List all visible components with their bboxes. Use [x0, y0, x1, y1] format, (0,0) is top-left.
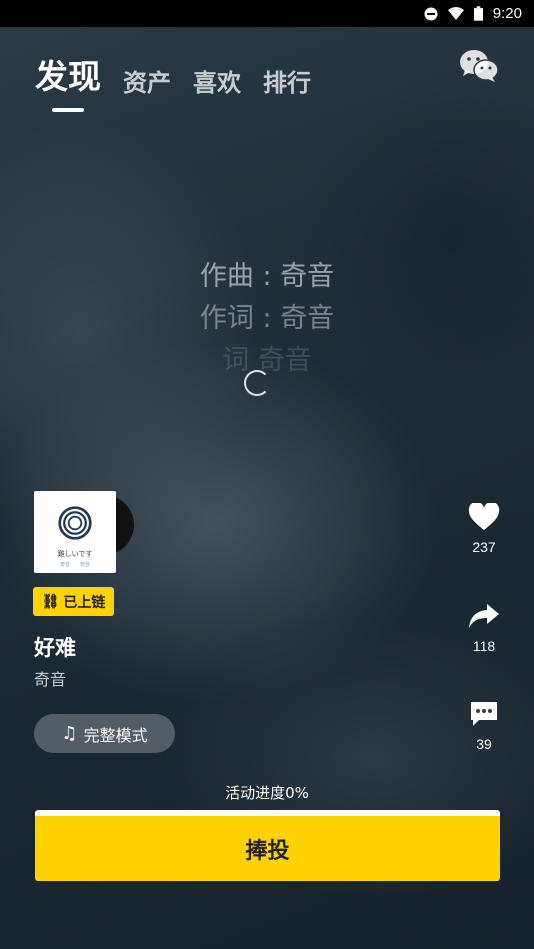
battery-icon — [473, 6, 483, 21]
artist-name[interactable]: 奇音 — [34, 666, 66, 690]
like-count: 237 — [472, 539, 496, 555]
wifi-icon — [447, 6, 464, 20]
comment-icon — [471, 702, 497, 726]
cover-subtitle: 奇音 奇音 — [59, 562, 90, 568]
status-bar: 9:20 — [0, 0, 534, 27]
tab-discover[interactable]: 发现 — [35, 50, 101, 98]
full-mode-button[interactable]: ♫ 完整模式 — [34, 714, 175, 753]
album-cover: 難しいです 奇音 奇音 — [34, 491, 116, 573]
spiral-logo — [58, 506, 92, 540]
song-title: 好难 — [34, 636, 76, 660]
chain-badge-label: 已上链 — [63, 594, 106, 611]
cover-title: 難しいです — [57, 550, 93, 558]
music-note-icon: ♫ — [61, 723, 78, 744]
invest-button[interactable]: 捧投 — [35, 810, 500, 881]
activity-progress: 活动进度0% — [225, 784, 309, 802]
share-icon — [469, 604, 499, 628]
tab-ranking[interactable]: 排行 — [263, 63, 311, 98]
background — [0, 0, 534, 949]
loading-spinner — [244, 370, 270, 396]
clock: 9:20 — [492, 5, 522, 22]
lyric-line: 作词 : 奇音 — [199, 303, 335, 334]
comment-button[interactable]: 39 — [458, 700, 510, 752]
share-count: 118 — [472, 638, 496, 654]
tab-assets[interactable]: 资产 — [123, 63, 171, 98]
chain-icon: ⛓ — [41, 593, 60, 610]
comment-count: 39 — [476, 736, 492, 752]
share-button[interactable]: 118 — [458, 602, 510, 654]
do-not-disturb-icon — [424, 7, 438, 20]
on-chain-badge: ⛓ 已上链 — [33, 587, 114, 616]
album-art[interactable]: 難しいです 奇音 奇音 — [34, 491, 134, 575]
like-button[interactable]: 237 — [458, 501, 510, 555]
top-nav: 发现 资产 喜欢 排行 — [35, 50, 311, 98]
lyrics: 作曲 : 奇音 作词 : 奇音 词 奇音 — [0, 256, 534, 382]
lyric-line: 作曲 : 奇音 — [199, 261, 335, 292]
tab-likes[interactable]: 喜欢 — [193, 63, 241, 98]
wechat-icon[interactable] — [459, 48, 499, 84]
heart-icon — [468, 501, 500, 530]
full-mode-label: 完整模式 — [83, 725, 148, 745]
